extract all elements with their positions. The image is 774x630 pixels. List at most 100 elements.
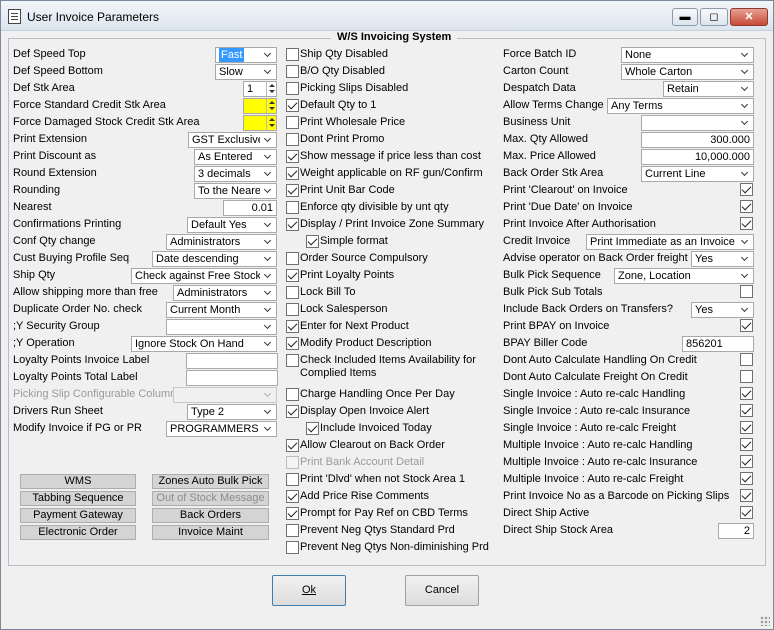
print-due-date-checkbox[interactable] (740, 200, 753, 213)
spin-arrows-icon[interactable] (266, 116, 276, 130)
middle-option-checkbox[interactable] (286, 388, 299, 401)
drivers-run-sheet-select[interactable]: Type 2 (187, 404, 277, 420)
middle-option-checkbox[interactable] (286, 439, 299, 452)
carton-count-select[interactable]: Whole Carton (621, 64, 754, 80)
middle-option-checkbox[interactable] (286, 65, 299, 78)
middle-option-checkbox[interactable] (286, 507, 299, 520)
middle-option-checkbox[interactable] (286, 269, 299, 282)
multi-insurance-checkbox[interactable] (740, 455, 753, 468)
direct-ship-active-checkbox[interactable] (740, 506, 753, 519)
modify-invoice-select[interactable]: PROGRAMMERS (166, 421, 277, 437)
middle-option-checkbox[interactable] (286, 184, 299, 197)
middle-option-checkbox[interactable] (286, 286, 299, 299)
advise-operator-select[interactable]: Yes (691, 251, 754, 267)
electronic-order-button[interactable]: Electronic Order (20, 525, 136, 540)
bulk-pick-sub-totals-checkbox[interactable] (740, 285, 753, 298)
multi-handling-checkbox[interactable] (740, 438, 753, 451)
chevron-down-icon (261, 167, 276, 181)
max-qty-input[interactable]: 300.000 (641, 132, 754, 148)
middle-option-checkbox[interactable] (286, 337, 299, 350)
middle-option-checkbox[interactable] (286, 48, 299, 61)
maximize-button[interactable]: ◻ (700, 8, 728, 26)
middle-option-checkbox[interactable] (286, 320, 299, 333)
invoice-maint-button[interactable]: Invoice Maint (152, 525, 269, 540)
business-unit-select[interactable] (641, 115, 754, 131)
ok-button[interactable]: Ok (272, 575, 346, 606)
middle-option-checkbox[interactable] (286, 116, 299, 129)
cancel-button[interactable]: Cancel (405, 575, 479, 606)
middle-option-label: Charge Handling Once Per Day (300, 388, 455, 400)
wms-button[interactable]: WMS (20, 474, 136, 489)
spin-arrows-icon[interactable] (266, 82, 276, 96)
minimize-button[interactable]: ▬ (672, 8, 698, 26)
force-dmg-credit-spinner[interactable] (243, 115, 277, 131)
middle-option-checkbox[interactable] (286, 82, 299, 95)
bulk-pick-sequence-select[interactable]: Zone, Location (614, 268, 754, 284)
conf-qty-change-select[interactable]: Administrators (166, 234, 277, 250)
zones-auto-bulk-pick-button[interactable]: Zones Auto Bulk Pick (152, 474, 269, 489)
middle-option-label: Prompt for Pay Ref on CBD Terms (300, 507, 468, 519)
middle-option-checkbox[interactable] (286, 524, 299, 537)
back-orders-button[interactable]: Back Orders (152, 508, 269, 523)
middle-option-checkbox[interactable] (286, 99, 299, 112)
middle-option-checkbox[interactable] (286, 405, 299, 418)
print-barcode-checkbox[interactable] (740, 489, 753, 502)
close-button[interactable]: ✕ (730, 8, 768, 26)
middle-option-checkbox[interactable] (286, 490, 299, 503)
loyalty-invoice-label: Loyalty Points Invoice Label (13, 354, 150, 366)
loyalty-invoice-label-input[interactable] (186, 353, 278, 369)
print-extension-select[interactable]: GST Exclusive (188, 132, 277, 148)
y-operation-select[interactable]: Ignore Stock On Hand (131, 336, 277, 352)
nearest-input[interactable]: 0.01 (223, 200, 277, 216)
ship-qty-select[interactable]: Check against Free Stock (131, 268, 277, 284)
multi-freight-checkbox[interactable] (740, 472, 753, 485)
middle-option-checkbox[interactable] (306, 235, 319, 248)
single-handling-checkbox[interactable] (740, 387, 753, 400)
print-clearout-checkbox[interactable] (740, 183, 753, 196)
rounding-select[interactable]: To the Neare (194, 183, 277, 199)
middle-option-checkbox[interactable] (286, 167, 299, 180)
single-freight-checkbox[interactable] (740, 421, 753, 434)
credit-invoice-select[interactable]: Print Immediate as an Invoice (586, 234, 754, 250)
confirmations-printing-select[interactable]: Default Yes (187, 217, 277, 233)
force-batch-id-select[interactable]: None (621, 47, 754, 63)
middle-option-checkbox[interactable] (286, 201, 299, 214)
spin-arrows-icon[interactable] (266, 99, 276, 113)
allow-shipping-more-select[interactable]: Administrators (173, 285, 277, 301)
middle-option-checkbox[interactable] (286, 354, 299, 367)
def-speed-bottom-select[interactable]: Slow (215, 64, 277, 80)
middle-option-checkbox[interactable] (286, 473, 299, 486)
print-after-auth-checkbox[interactable] (740, 217, 753, 230)
bpay-biller-code-input[interactable]: 856201 (682, 336, 754, 352)
loyalty-total-label-input[interactable] (186, 370, 278, 386)
cust-buying-profile-select[interactable]: Date descending (152, 251, 277, 267)
middle-option-checkbox[interactable] (306, 422, 319, 435)
back-order-stk-select[interactable]: Current Line (641, 166, 754, 182)
middle-option-checkbox[interactable] (286, 252, 299, 265)
middle-option-checkbox[interactable] (286, 133, 299, 146)
payment-gateway-button[interactable]: Payment Gateway (20, 508, 136, 523)
dont-auto-freight-checkbox[interactable] (740, 370, 753, 383)
middle-option-checkbox[interactable] (286, 303, 299, 316)
tabbing-sequence-button[interactable]: Tabbing Sequence (20, 491, 136, 506)
force-std-credit-spinner[interactable] (243, 98, 277, 114)
resize-grip-icon[interactable] (760, 616, 770, 626)
middle-option-checkbox[interactable] (286, 541, 299, 554)
single-insurance-checkbox[interactable] (740, 404, 753, 417)
print-discount-select[interactable]: As Entered (194, 149, 277, 165)
despatch-data-select[interactable]: Retain (663, 81, 754, 97)
include-back-orders-select[interactable]: Yes (691, 302, 754, 318)
y-security-group-select[interactable] (166, 319, 277, 335)
duplicate-order-select[interactable]: Current Month (166, 302, 277, 318)
middle-option-checkbox[interactable] (286, 150, 299, 163)
middle-option-label: Default Qty to 1 (300, 99, 377, 111)
def-stk-area-spinner[interactable]: 1 (243, 81, 277, 97)
dont-auto-handling-checkbox[interactable] (740, 353, 753, 366)
middle-option-checkbox[interactable] (286, 218, 299, 231)
direct-ship-stock-area-input[interactable]: 2 (718, 523, 754, 539)
allow-terms-change-select[interactable]: Any Terms (607, 98, 754, 114)
print-bpay-checkbox[interactable] (740, 319, 753, 332)
round-extension-select[interactable]: 3 decimals (194, 166, 277, 182)
def-speed-top-select[interactable]: Fast (215, 47, 277, 63)
max-price-input[interactable]: 10,000.000 (641, 149, 754, 165)
